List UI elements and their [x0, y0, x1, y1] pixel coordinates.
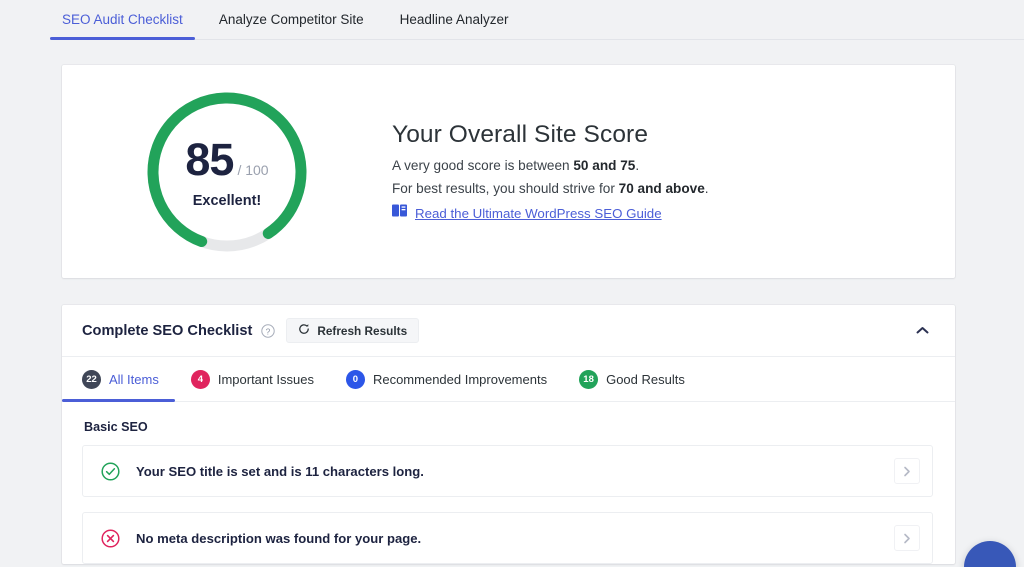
chevron-right-icon[interactable] — [894, 525, 920, 551]
tab-analyze-competitor-site[interactable]: Analyze Competitor Site — [219, 0, 364, 40]
filter-all-items[interactable]: 22 All Items — [82, 357, 159, 402]
checklist-item-text: No meta description was found for your p… — [136, 531, 421, 546]
gauge-score-denominator: / 100 — [237, 162, 268, 178]
checklist-item-text: Your SEO title is set and is 11 characte… — [136, 464, 424, 479]
top-tab-bar: SEO Audit Checklist Analyze Competitor S… — [0, 0, 1024, 40]
filter-count-badge: 4 — [191, 370, 210, 389]
chat-bubble-icon[interactable] — [964, 541, 1016, 567]
checklist-body: Basic SEO Your SEO title is set and is 1… — [62, 402, 955, 564]
score-range-suffix: . — [635, 158, 639, 173]
tab-label: Analyze Competitor Site — [219, 12, 364, 27]
checklist-group-title: Basic SEO — [84, 420, 933, 434]
chevron-right-icon[interactable] — [894, 458, 920, 484]
tab-seo-audit-checklist[interactable]: SEO Audit Checklist — [62, 0, 183, 40]
book-icon — [392, 204, 407, 222]
score-target-line: For best results, you should strive for … — [392, 181, 709, 196]
refresh-results-label: Refresh Results — [317, 324, 407, 338]
page-title: Your Overall Site Score — [392, 121, 709, 149]
checklist-item[interactable]: Your SEO title is set and is 11 characte… — [82, 445, 933, 497]
svg-text:?: ? — [266, 326, 271, 336]
score-gauge-wrapper: 85 / 100 Excellent! — [62, 87, 392, 257]
question-circle-icon[interactable]: ? — [261, 324, 275, 338]
score-target-value: 70 and above — [619, 181, 705, 196]
filter-recommended-improvements[interactable]: 0 Recommended Improvements — [346, 357, 547, 402]
gauge-score-value: 85 — [185, 134, 233, 186]
score-target-suffix: . — [705, 181, 709, 196]
filter-count-badge: 22 — [82, 370, 101, 389]
score-range-line: A very good score is between 50 and 75. — [392, 158, 709, 173]
filter-count-badge: 18 — [579, 370, 598, 389]
x-circle-icon — [101, 529, 120, 548]
filter-label: All Items — [109, 372, 159, 387]
filter-good-results[interactable]: 18 Good Results — [579, 357, 685, 402]
filter-label: Important Issues — [218, 372, 314, 387]
filter-count-badge: 0 — [346, 370, 365, 389]
tab-label: Headline Analyzer — [400, 12, 509, 27]
checklist-title: Complete SEO Checklist — [82, 323, 252, 339]
gauge-rating-label: Excellent! — [193, 193, 262, 209]
score-gauge: 85 / 100 Excellent! — [142, 87, 312, 257]
seo-guide-link[interactable]: Read the Ultimate WordPress SEO Guide — [415, 206, 662, 221]
score-description: Your Overall Site Score A very good scor… — [392, 121, 739, 222]
filter-label: Recommended Improvements — [373, 372, 547, 387]
gauge-score-row: 85 / 100 — [185, 134, 268, 186]
score-range-prefix: A very good score is between — [392, 158, 573, 173]
filter-important-issues[interactable]: 4 Important Issues — [191, 357, 314, 402]
complete-seo-checklist-card: Complete SEO Checklist ? Refresh Results — [62, 305, 955, 564]
score-target-prefix: For best results, you should strive for — [392, 181, 619, 196]
score-range-value: 50 and 75 — [573, 158, 635, 173]
checklist-item[interactable]: No meta description was found for your p… — [82, 512, 933, 564]
seo-guide-link-row[interactable]: Read the Ultimate WordPress SEO Guide — [392, 204, 709, 222]
chevron-up-icon[interactable] — [911, 320, 933, 342]
gauge-center-content: 85 / 100 Excellent! — [142, 87, 312, 257]
filter-label: Good Results — [606, 372, 685, 387]
check-circle-icon — [101, 462, 120, 481]
checklist-header: Complete SEO Checklist ? Refresh Results — [62, 305, 955, 357]
tab-headline-analyzer[interactable]: Headline Analyzer — [400, 0, 509, 40]
tab-label: SEO Audit Checklist — [62, 12, 183, 27]
refresh-icon — [298, 323, 310, 338]
refresh-results-button[interactable]: Refresh Results — [286, 318, 419, 343]
overall-site-score-card: 85 / 100 Excellent! Your Overall Site Sc… — [62, 65, 955, 278]
checklist-filter-tabs: 22 All Items 4 Important Issues 0 Recomm… — [62, 357, 955, 402]
